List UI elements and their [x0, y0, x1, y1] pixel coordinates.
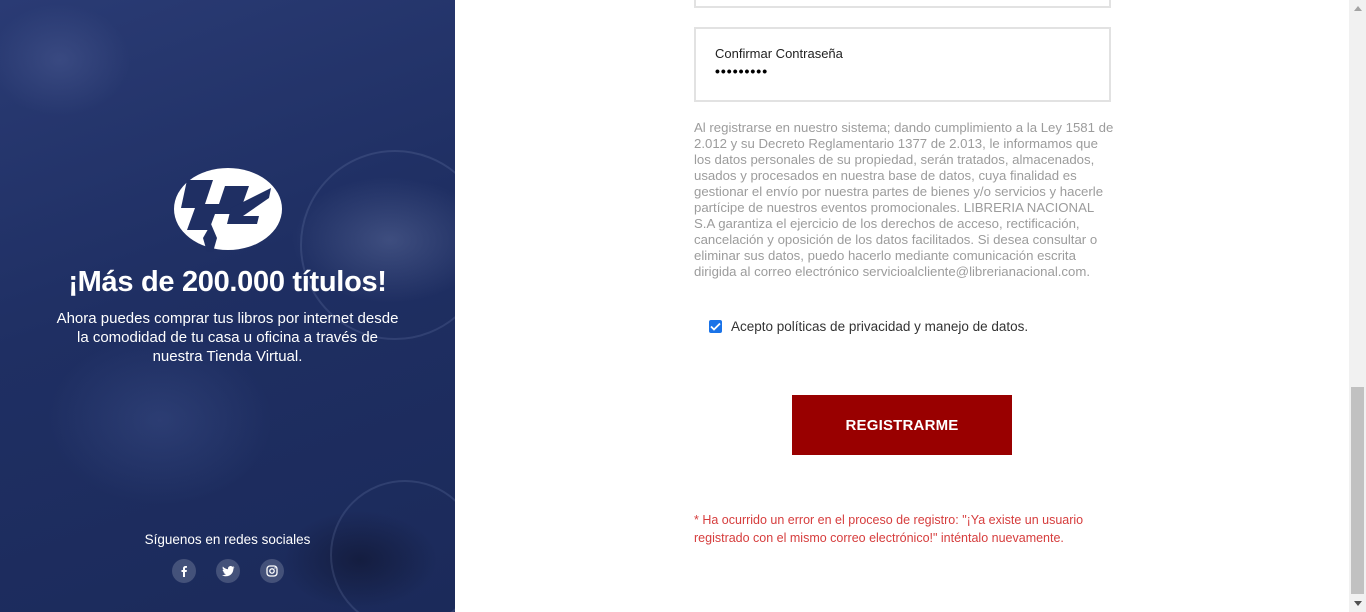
promo-panel: ¡Más de 200.000 títulos! Ahora puedes co… — [0, 0, 455, 612]
register-button[interactable]: REGISTRARME — [792, 395, 1012, 455]
instagram-icon[interactable] — [260, 559, 284, 583]
registration-error-message: * Ha ocurrido un error en el proceso de … — [694, 513, 1084, 545]
hero-description: Ahora puedes comprar tus libros por inte… — [56, 310, 399, 365]
previous-password-field[interactable] — [694, 0, 1111, 8]
scrollbar-thumb[interactable] — [1351, 387, 1364, 594]
check-icon — [710, 322, 721, 331]
privacy-notice: Al registrarse en nuestro sistema; dando… — [694, 120, 1114, 279]
social-links — [172, 559, 284, 583]
page-scrollbar[interactable] — [1349, 0, 1366, 612]
facebook-icon[interactable] — [172, 559, 196, 583]
accept-privacy-row[interactable]: Acepto políticas de privacidad y manejo … — [709, 319, 1028, 334]
scroll-up-icon[interactable] — [1349, 0, 1366, 17]
confirm-password-input[interactable] — [715, 63, 1090, 79]
hero-title: ¡Más de 200.000 títulos! — [68, 266, 387, 298]
accept-privacy-checkbox[interactable] — [709, 320, 722, 333]
twitter-icon[interactable] — [216, 559, 240, 583]
accept-privacy-label[interactable]: Acepto políticas de privacidad y manejo … — [731, 319, 1028, 334]
confirm-password-field[interactable]: Confirmar Contraseña — [694, 27, 1111, 102]
confirm-password-label: Confirmar Contraseña — [715, 46, 843, 61]
libreria-logo — [174, 168, 282, 252]
scroll-down-icon[interactable] — [1349, 595, 1366, 612]
social-title: Síguenos en redes sociales — [144, 532, 311, 547]
